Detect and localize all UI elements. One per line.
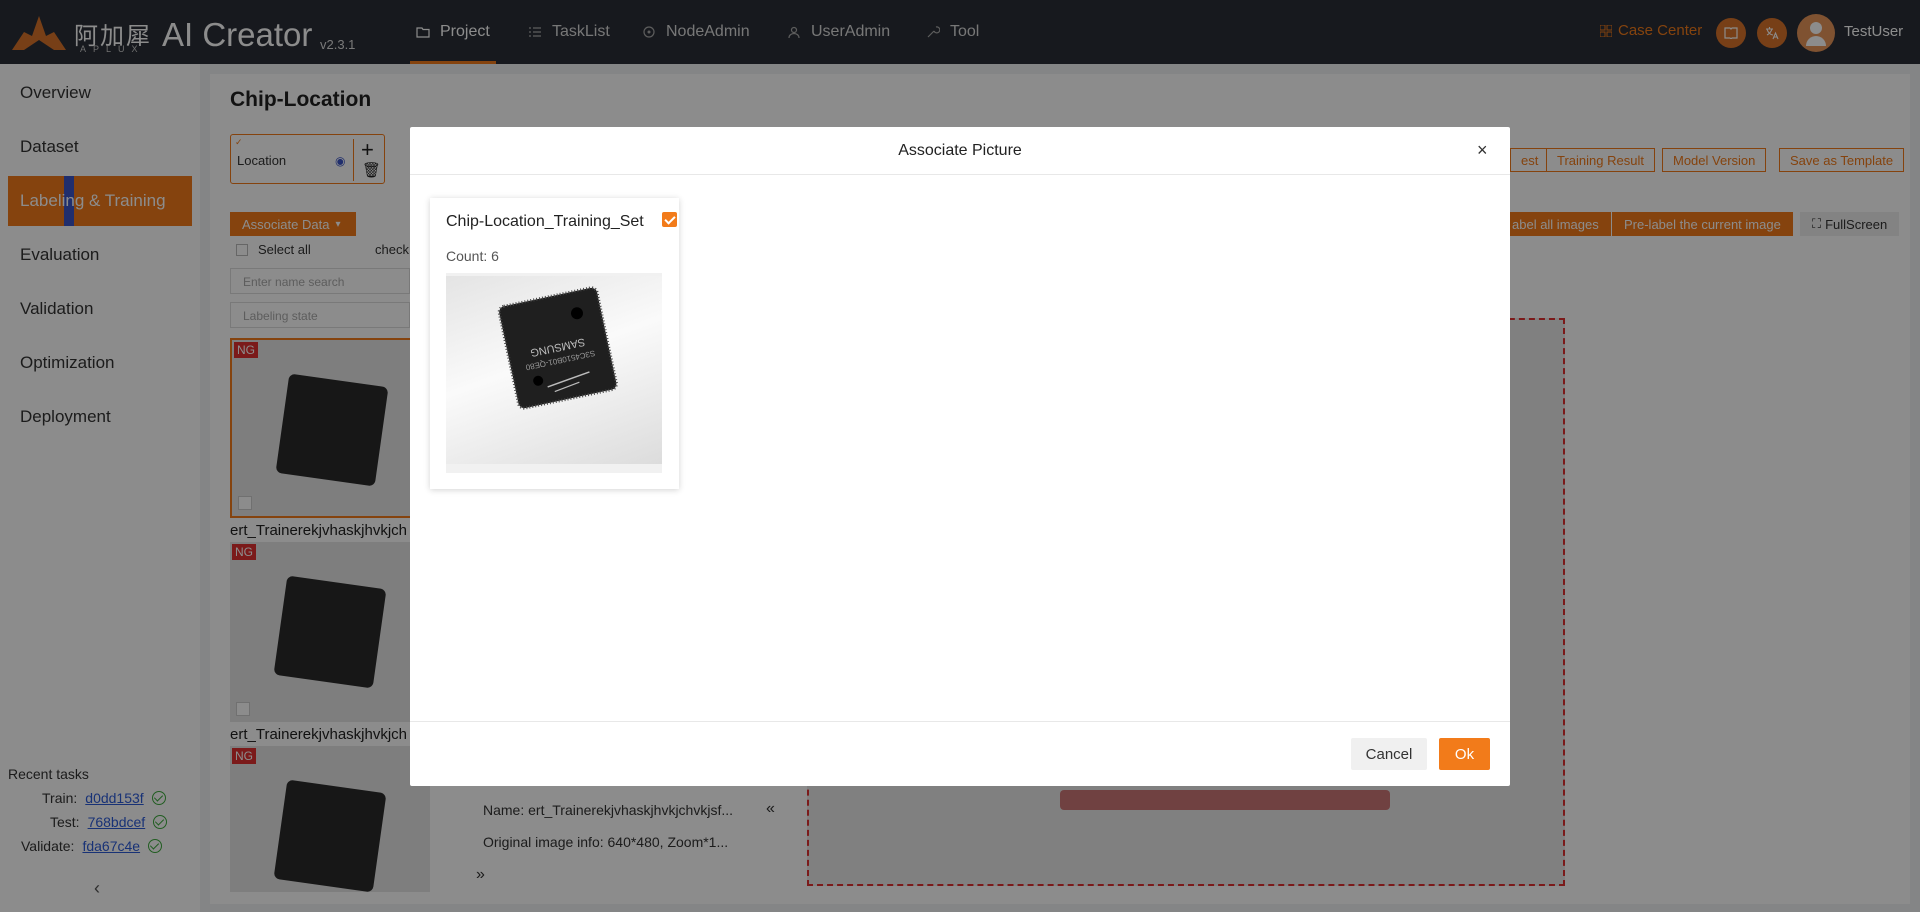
dataset-name: Chip-Location_Training_Set [446,213,644,230]
cancel-button[interactable]: Cancel [1351,738,1427,770]
ok-button[interactable]: Ok [1439,738,1490,770]
dialog-header: Associate Picture × [410,127,1510,175]
dataset-card[interactable]: Chip-Location_Training_Set Count: 6 SAMS… [430,198,679,489]
associate-picture-dialog: Associate Picture × Chip-Location_Traini… [410,127,1510,786]
close-icon[interactable]: × [1477,140,1488,161]
chip-photo-icon: SAMSUNG S3C4510B01-QE80 [497,286,618,410]
dataset-count: Count: 6 [446,248,499,264]
dataset-preview-image: SAMSUNG S3C4510B01-QE80 [446,273,662,473]
dialog-title: Associate Picture [898,142,1022,159]
dialog-footer: Cancel Ok [410,721,1510,786]
dataset-checkbox[interactable] [662,212,677,227]
